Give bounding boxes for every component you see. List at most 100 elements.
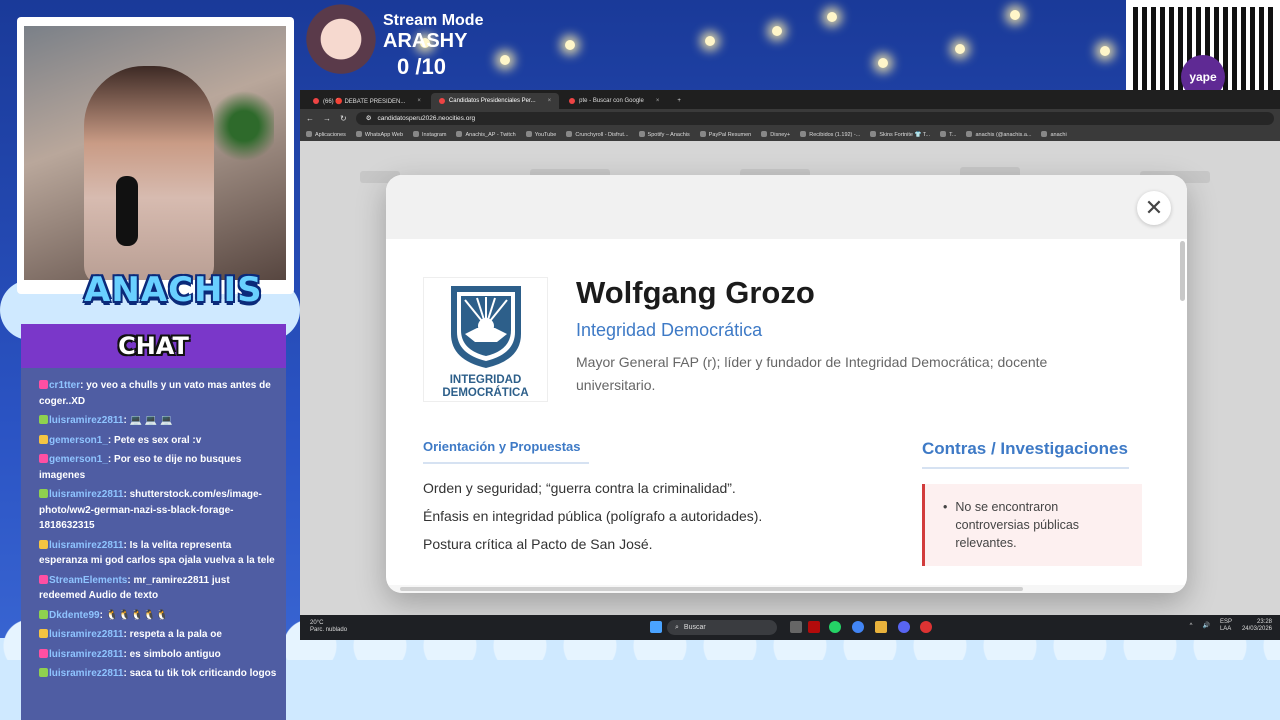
bookmark-item[interactable]: WhatsApp Web [356,131,403,138]
record-app-icon[interactable] [920,621,932,633]
tab-label: Candidatos Presidenciales Per... [448,98,536,104]
weather-widget[interactable]: 20°C Parc. nublado [310,620,347,634]
taskbar-search[interactable]: ⌕ Buscar [667,620,777,635]
chibi-avatar [303,4,379,82]
web-page: ✕ INTEGRIDAD DEMOCRÁTICA Wolfgang Grozo … [300,141,1280,615]
chat-badge-icon [39,454,48,463]
bullet-icon: • [943,500,948,514]
chat-username[interactable]: gemerson1_ [49,435,108,446]
start-icon[interactable] [650,621,662,633]
streamer-brand-logo: ANACHIS [84,270,263,310]
tab-favicon-icon [569,98,576,104]
bookmark-item[interactable]: Anachis_AP - Twitch [456,131,515,138]
chat-username[interactable]: cr1tter [49,380,80,391]
chat-text: : 💻 💻 💻 [123,415,173,426]
bookmark-item[interactable]: T... [940,131,956,138]
chat-badge-icon [39,648,48,658]
horizontal-scrollbar[interactable] [386,585,1187,593]
bookmark-item[interactable]: Aplicaciones [306,131,346,138]
address-bar[interactable]: ⚙ candidatosperu2026.neocities.org [355,111,1274,125]
forward-icon[interactable]: → [323,114,331,123]
chat-username[interactable]: luisramirez2811 [49,415,124,426]
chat-text: : saca tu tik tok criticando logos [123,668,277,679]
proposal-item: Énfasis en integridad pública (polígrafo… [423,508,763,524]
chat-message: luisramirez2811: 💻 💻 💻 [39,413,278,429]
clock[interactable]: 23:28 24/03/2026 [1242,619,1272,633]
bookmark-item[interactable]: Skins Fortnite 👕 T... [870,131,930,138]
chat-username[interactable]: luisramirez2811 [49,489,124,500]
bookmark-item[interactable]: Instagram [413,131,446,138]
chat-badge-icon [39,574,48,584]
browser-tab[interactable]: (66) 🔴 DEBATE PRESIDEN... × [305,93,429,109]
contra-item: • No se encontraron controversias pública… [943,498,1130,552]
chat-username[interactable]: luisramirez2811 [49,649,124,660]
party-logo: INTEGRIDAD DEMOCRÁTICA [423,277,548,402]
tab-favicon-icon [438,98,445,104]
proposal-item: Postura crítica al Pacto de San José. [423,536,653,552]
browser-window: (66) 🔴 DEBATE PRESIDEN... × Candidatos Pre… [300,90,1280,640]
tab-close-icon[interactable]: × [548,98,552,104]
tab-label: (66) 🔴 DEBATE PRESIDEN... [323,98,406,105]
back-icon[interactable]: ← [306,114,314,123]
close-button[interactable]: ✕ [1137,191,1171,225]
bookmark-item[interactable]: Disney+ [761,131,790,138]
chat-text: : 🐧🐧🐧🐧🐧 [99,609,168,621]
stream-mode-counter: 0 /10 [397,54,446,79]
candidate-party: Integridad Democrática [576,320,763,340]
tab-close-icon[interactable]: × [417,98,421,104]
chat-username[interactable]: luisramirez2811 [49,540,124,551]
windows-taskbar: 20°C Parc. nublado ⌕ Buscar ^ 🔊 ESP LAA 2… [300,615,1280,640]
plant-decoration [214,86,274,166]
proposals-section-title: Orientación y Propuestas [423,439,589,464]
bookmark-item[interactable]: Spotify – Anachis [639,131,690,138]
chat-text: : es simbolo antiguo [123,648,221,660]
bookmark-item[interactable]: YouTube [526,131,557,138]
browser-tab[interactable]: Candidatos Presidenciales Per... × [430,93,560,109]
bookmark-item[interactable]: anachis (@anachis.a... [966,131,1031,138]
modal-header [386,175,1187,239]
chat-username[interactable]: luisramirez2811 [49,668,124,679]
chat-message: luisramirez2811: saca tu tik tok critica… [39,666,278,682]
file-explorer-icon[interactable] [875,621,887,633]
chat-message: luisramirez2811: es simbolo antiguo [39,647,278,663]
chat-username[interactable]: StreamElements [49,575,127,586]
task-view-icon[interactable] [790,621,802,633]
bookmark-item[interactable]: Recibidos (1.192) -... [800,131,860,138]
chat-username[interactable]: gemerson1_ [49,454,108,465]
language-indicator[interactable]: ESP LAA [1220,619,1232,633]
candidate-bio: Mayor General FAP (r); líder y fundador … [576,354,1048,393]
chat-badge-icon [39,539,48,549]
chat-message: gemerson1_: Por eso te dije no busques i… [39,452,278,483]
url-text: candidatosperu2026.neocities.org [377,114,476,122]
chat-message-list: cr1tter: yo veo a chulls y un vato mas a… [21,368,286,682]
illustrator-icon[interactable] [808,621,820,633]
bookmark-item[interactable]: anachi [1041,131,1066,138]
chat-username[interactable]: luisramirez2811 [49,629,124,640]
navigation-bar: ← → ↻ ⚙ candidatosperu2026.neocities.org [300,109,1280,127]
discord-icon[interactable] [898,621,910,633]
tray-chevron-icon[interactable]: ^ [1190,623,1193,630]
tab-label: pte - Buscar con Google [579,98,644,104]
stream-mode-label: Stream Mode [383,12,484,29]
chrome-icon[interactable] [852,621,864,633]
chat-text: : Pete es sex oral :v [107,434,202,446]
tab-close-icon[interactable]: × [656,98,660,104]
new-tab-button[interactable]: + [669,93,689,109]
site-info-icon[interactable]: ⚙ [366,114,372,122]
bookmark-item[interactable]: PayPal Resumen [700,131,752,138]
chat-message: luisramirez2811: respeta a la pala oe [39,627,278,643]
chat-badge-icon [39,434,48,444]
proposals-list: Orden y seguridad; “guerra contra la cri… [423,480,762,564]
volume-icon[interactable]: 🔊 [1202,623,1209,630]
chat-username[interactable]: Dkdente99 [49,610,100,621]
scrollbar-thumb[interactable] [400,587,1023,591]
whatsapp-icon[interactable] [829,621,841,633]
reload-icon[interactable]: ↻ [340,114,347,123]
webcam-feed [24,26,286,280]
bookmark-item[interactable]: Crunchyroll - Disfrut... [566,131,628,138]
browser-tab[interactable]: pte - Buscar con Google × [561,93,667,109]
tab-favicon-icon [313,98,319,104]
vertical-scrollbar[interactable] [1180,241,1185,301]
chat-badge-icon [39,629,48,638]
chat-panel: CHAT cr1tter: yo veo a chulls y un vato … [21,324,286,720]
